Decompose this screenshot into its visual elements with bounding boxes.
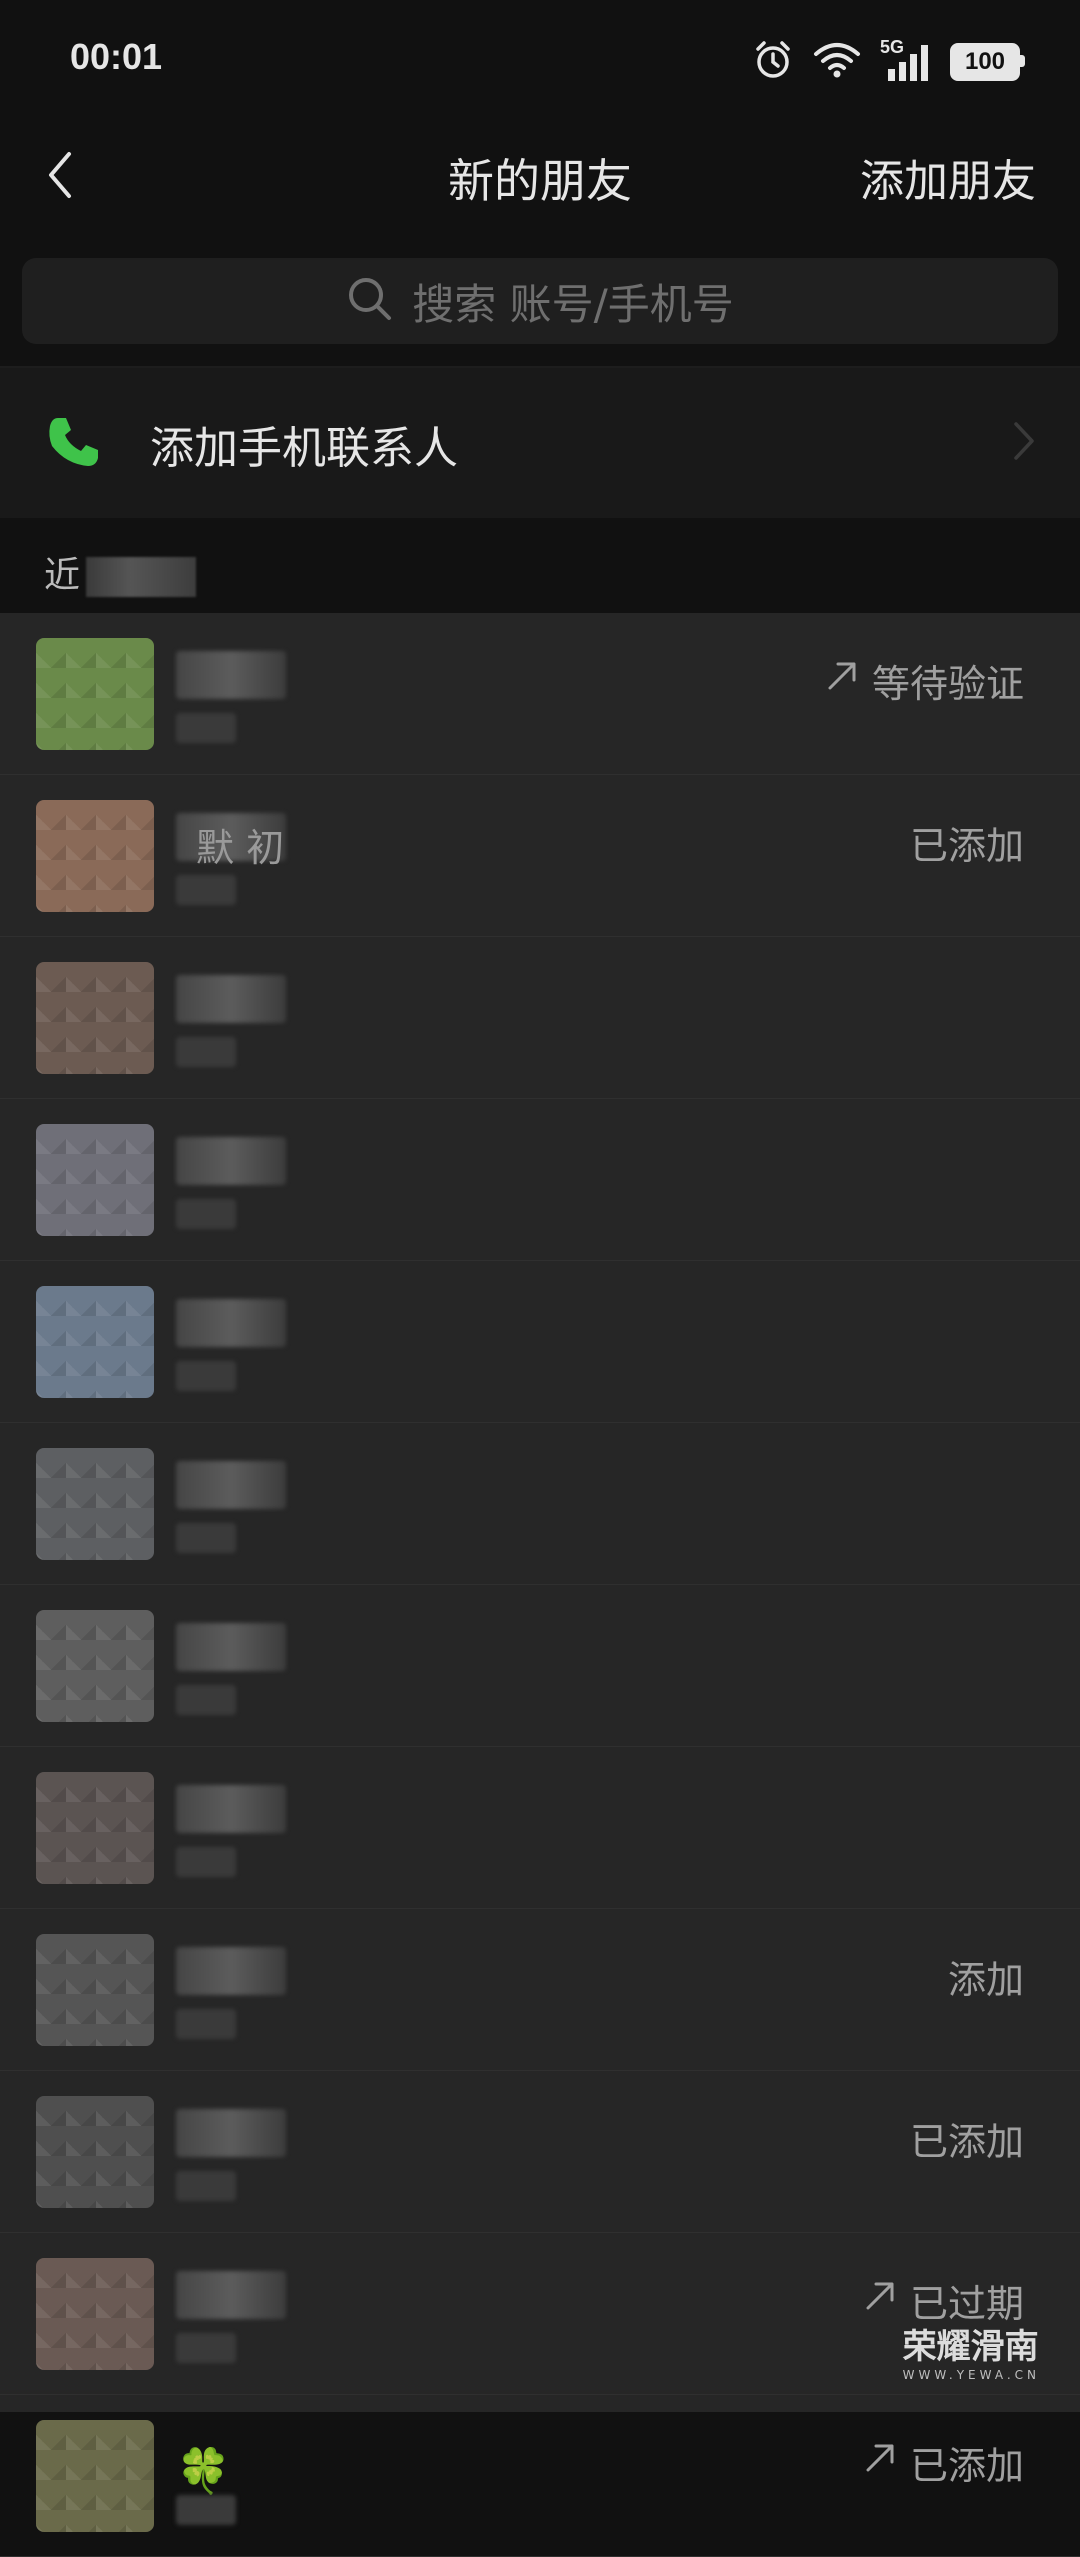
avatar[interactable] (36, 2258, 154, 2370)
status-bar: 00:01 5G 100 (0, 0, 1080, 125)
pixelated-text (86, 557, 197, 597)
request-status-text: 已添加 (909, 824, 1024, 868)
request-status: 已添加 (910, 815, 1024, 870)
status-time: 00:01 (70, 36, 163, 77)
pixelated-message (176, 1685, 236, 1715)
section-header: 近 (0, 518, 1080, 613)
list-item[interactable] (0, 1099, 1080, 1261)
request-status: 添加 (948, 1949, 1024, 2004)
list-item[interactable]: 默 初 已添加 (0, 775, 1080, 937)
request-status-text: 添加 (947, 1958, 1024, 2002)
avatar[interactable] (36, 1610, 154, 1722)
pixelated-message (176, 1523, 236, 1553)
request-status-text: 等待验证 (871, 662, 1024, 706)
pixelated-message (176, 1847, 236, 1877)
watermark-logo: 荣耀滑南 WWW.YEWA.CN (903, 2319, 1040, 2382)
avatar[interactable] (36, 1448, 154, 1560)
cellular-signal-icon: 5G (880, 37, 932, 83)
search-placeholder: 搜索 账号/手机号 (412, 279, 734, 329)
list-item[interactable]: 等待验证 (0, 613, 1080, 775)
request-status: 已添加 (862, 2435, 1024, 2490)
section-label-text: 近 (44, 555, 81, 596)
contact-name: 默 初 (196, 826, 285, 870)
chevron-right-icon (1012, 420, 1036, 466)
search-icon (346, 275, 394, 327)
pixelated-message (176, 1199, 236, 1229)
avatar[interactable] (36, 962, 154, 1074)
avatar[interactable] (36, 2420, 154, 2532)
avatar[interactable] (36, 800, 154, 912)
list-item[interactable] (0, 1261, 1080, 1423)
pixelated-name (176, 2109, 286, 2157)
watermark-sub: WWW.YEWA.CN (902, 2368, 1040, 2382)
request-status: 等待验证 (824, 653, 1024, 708)
avatar[interactable] (36, 1124, 154, 1236)
watermark-text: 荣耀滑南 (902, 2327, 1039, 2367)
pixelated-name (176, 1785, 286, 1833)
pixelated-message (176, 1037, 236, 1067)
pixelated-message (176, 875, 236, 905)
pixelated-name (176, 975, 286, 1023)
pixelated-name (176, 1299, 286, 1347)
avatar[interactable] (36, 1934, 154, 2046)
avatar[interactable] (36, 1772, 154, 1884)
clover-icon: 🍀 (176, 2446, 231, 2497)
request-status-text: 已添加 (909, 2444, 1024, 2488)
arrow-up-right-icon (862, 2440, 898, 2485)
pixelated-name (176, 2271, 286, 2319)
pixelated-name (176, 651, 286, 699)
pixelated-name (176, 1137, 286, 1185)
pixelated-name (176, 1623, 286, 1671)
list-item[interactable]: 添加 (0, 1909, 1080, 2071)
arrow-up-right-icon (824, 658, 860, 703)
nav-bar: 新的朋友 添加朋友 (0, 125, 1080, 225)
search-input[interactable]: 搜索 账号/手机号 (22, 258, 1058, 344)
add-phone-contacts-label: 添加手机联系人 (150, 423, 458, 474)
pixelated-message (176, 2009, 236, 2039)
pixelated-message (176, 713, 236, 743)
wifi-icon (812, 40, 862, 84)
add-phone-contacts-row[interactable]: 添加手机联系人 (0, 368, 1080, 518)
avatar[interactable] (36, 1286, 154, 1398)
status-icons: 5G 100 (752, 37, 1025, 86)
pixelated-message (176, 2171, 236, 2201)
pixelated-name (176, 1947, 286, 1995)
pixelated-message (176, 2333, 236, 2363)
pixelated-message (176, 2495, 236, 2525)
alarm-icon (752, 39, 794, 85)
request-status-text: 已添加 (909, 2120, 1024, 2164)
list-item[interactable]: 🍀 已添加 (0, 2395, 1080, 2557)
list-item[interactable]: 已添加 (0, 2071, 1080, 2233)
list-item[interactable] (0, 1747, 1080, 1909)
arrow-up-right-icon (862, 2278, 898, 2323)
phone-icon (44, 412, 104, 472)
add-friend-button[interactable]: 添加朋友 (860, 145, 1036, 209)
request-status: 已添加 (910, 2111, 1024, 2166)
avatar[interactable] (36, 638, 154, 750)
battery-icon: 100 (950, 43, 1025, 81)
pixelated-message (176, 1361, 236, 1391)
avatar[interactable] (36, 2096, 154, 2208)
list-item[interactable] (0, 1423, 1080, 1585)
friend-request-list: 等待验证默 初已添加 添加 已添加 已过期 🍀 已添加 (0, 613, 1080, 2557)
pixelated-name (176, 1461, 286, 1509)
list-item[interactable] (0, 937, 1080, 1099)
list-item[interactable] (0, 1585, 1080, 1747)
section-label: 近 (44, 546, 197, 598)
